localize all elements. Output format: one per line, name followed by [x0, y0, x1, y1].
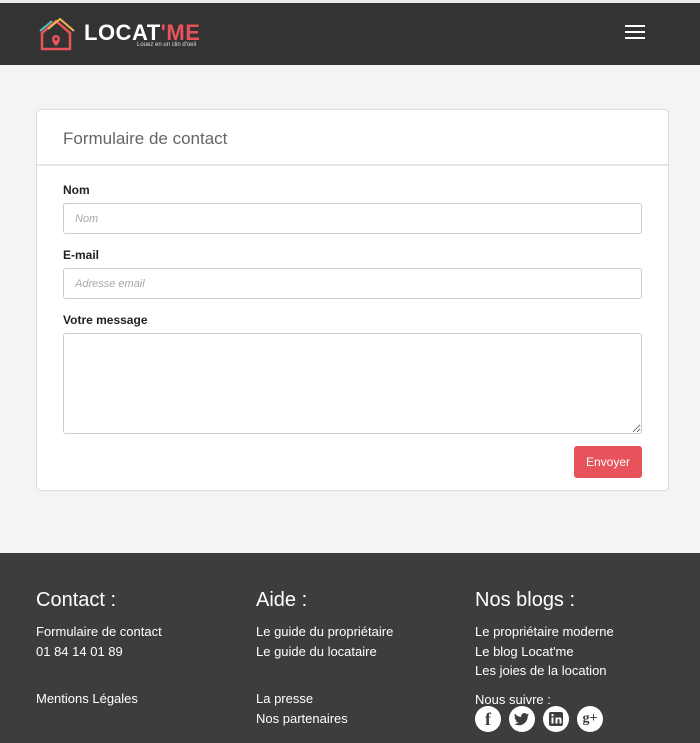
linkedin-icon[interactable]: [543, 706, 569, 732]
footer-blogs-heading: Nos blogs :: [475, 589, 576, 611]
top-navbar: LOCAT'ME Louez en un clin d'oeil: [0, 0, 700, 65]
name-label: Nom: [63, 183, 90, 197]
form-title: Formulaire de contact: [63, 129, 228, 148]
footer-link-phone[interactable]: 01 84 14 01 89: [36, 642, 162, 662]
panel-heading: Formulaire de contact: [37, 110, 668, 166]
facebook-icon[interactable]: f: [475, 706, 501, 732]
footer-link-press[interactable]: La presse: [256, 689, 393, 709]
footer-aide-column: Aide : Le guide du propriétaire Le guide…: [256, 589, 393, 728]
footer-link-legal[interactable]: Mentions Légales: [36, 689, 162, 709]
footer: Contact : Formulaire de contact 01 84 14…: [0, 553, 700, 743]
message-textarea[interactable]: [63, 333, 642, 434]
email-input[interactable]: [63, 268, 642, 299]
twitter-icon[interactable]: [509, 706, 535, 732]
footer-contact-heading: Contact :: [36, 589, 117, 611]
name-input[interactable]: [63, 203, 642, 234]
footer-link-partners[interactable]: Nos partenaires: [256, 709, 393, 729]
footer-link-blog-modern-owner[interactable]: Le propriétaire moderne: [475, 622, 614, 642]
email-label: E-mail: [63, 248, 100, 262]
footer-link-blog-joys[interactable]: Les joies de la location: [475, 661, 614, 681]
logo-tagline: Louez en un clin d'oeil: [137, 42, 197, 48]
menu-hamburger-icon[interactable]: [625, 25, 647, 41]
footer-link-blog-locatme[interactable]: Le blog Locat'me: [475, 642, 614, 662]
contact-form-panel: Formulaire de contact Nom E-mail Votre m…: [36, 109, 669, 491]
footer-link-tenant-guide[interactable]: Le guide du locataire: [256, 642, 393, 662]
footer-link-owner-guide[interactable]: Le guide du propriétaire: [256, 622, 393, 642]
googleplus-icon[interactable]: g+: [577, 706, 603, 732]
footer-contact-column: Contact : Formulaire de contact 01 84 14…: [36, 589, 162, 709]
house-logo-icon: [39, 18, 75, 51]
message-label: Votre message: [63, 313, 148, 327]
footer-link-contact-form[interactable]: Formulaire de contact: [36, 622, 162, 642]
send-button[interactable]: Envoyer: [574, 446, 642, 478]
footer-aide-heading: Aide :: [256, 589, 308, 611]
site-logo[interactable]: LOCAT'ME Louez en un clin d'oeil: [38, 17, 208, 57]
footer-blogs-column: Nos blogs : Le propriétaire moderne Le b…: [475, 589, 614, 709]
